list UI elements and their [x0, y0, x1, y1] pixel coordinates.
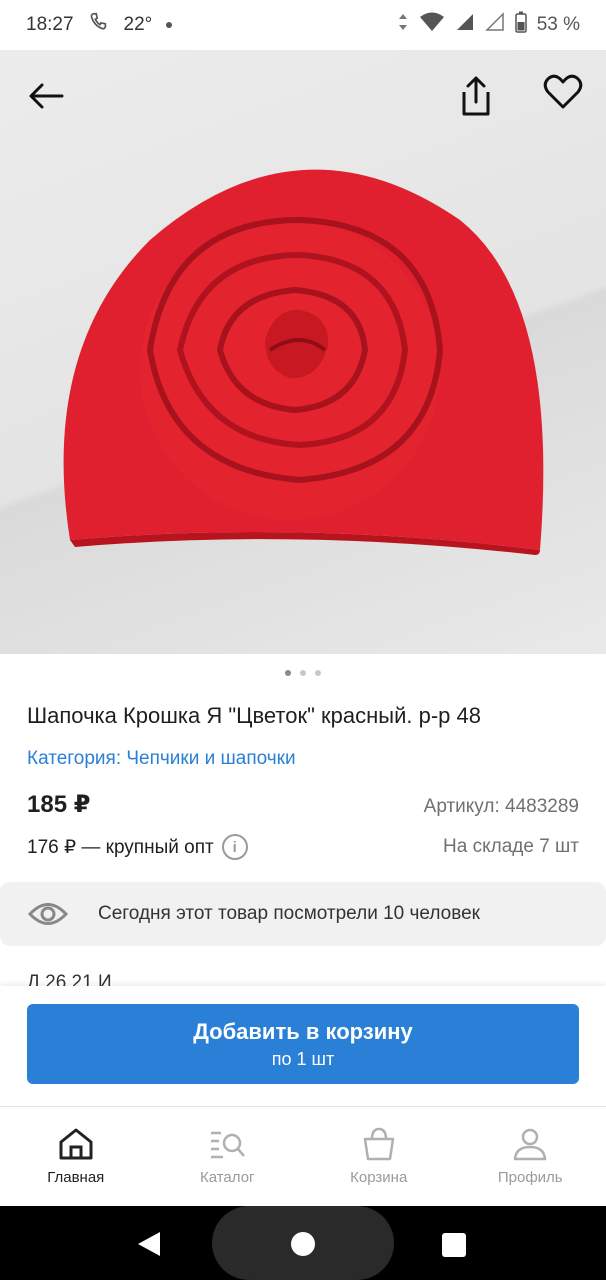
share-button[interactable]: [452, 72, 500, 120]
system-back-icon[interactable]: [136, 1231, 162, 1257]
notification-dot-icon: [166, 22, 173, 28]
profile-icon: [514, 1128, 547, 1161]
status-bar: 18:27 22° 53 %: [0, 0, 606, 50]
info-icon[interactable]: i: [221, 834, 248, 860]
home-icon: [59, 1128, 93, 1160]
nav-catalog-label: Каталог: [199, 1169, 255, 1186]
add-to-cart-button[interactable]: Добавить в корзину по 1 шт: [27, 1004, 579, 1084]
catalog-search-icon: [211, 1131, 246, 1159]
battery-percent: 53 %: [536, 14, 580, 35]
status-temp: 22°: [123, 14, 153, 35]
nav-cart[interactable]: Корзина: [303, 1107, 455, 1206]
share-icon: [462, 76, 490, 116]
nav-cart-label: Корзина: [350, 1169, 408, 1186]
product-sku: Артикул: 4483289: [423, 796, 579, 817]
product-title: Шапочка Крошка Я "Цветок" красный. р-р 4…: [27, 703, 481, 728]
status-time: 18:27: [26, 14, 74, 35]
wifi-icon: [419, 12, 445, 38]
page-dot[interactable]: [300, 670, 306, 676]
cta-area: Добавить в корзину по 1 шт: [0, 986, 606, 1106]
bottom-nav: Главная Каталог Корзина Профиль: [0, 1106, 606, 1206]
add-to-cart-sub: по 1 шт: [271, 1048, 335, 1069]
system-home-icon[interactable]: [290, 1231, 316, 1257]
nav-profile-label: Профиль: [497, 1169, 563, 1186]
heart-icon: [543, 74, 583, 109]
battery-icon: [514, 11, 527, 39]
arrow-left-icon: [29, 83, 64, 109]
nav-catalog[interactable]: Каталог: [152, 1107, 304, 1206]
nav-home-label: Главная: [47, 1169, 105, 1186]
wholesale-label: 176 ₽ — крупный опт: [27, 836, 214, 858]
stock-status: На складе 7 шт: [443, 836, 579, 857]
page-dot[interactable]: [315, 670, 321, 676]
image-pagination: [0, 670, 606, 676]
wholesale-price: 176 ₽ — крупный опт i: [27, 834, 248, 860]
product-image[interactable]: [0, 50, 606, 654]
nav-profile[interactable]: Профиль: [455, 1107, 606, 1206]
add-to-cart-label: Добавить в корзину: [193, 1018, 413, 1044]
views-text: Сегодня этот товар посмотрели 10 человек: [98, 903, 480, 924]
system-recents-icon[interactable]: [441, 1232, 467, 1258]
cart-bag-icon: [363, 1127, 394, 1161]
back-button[interactable]: [22, 72, 70, 120]
nav-home[interactable]: Главная: [0, 1107, 152, 1206]
product-price: 185 ₽: [27, 791, 91, 818]
system-navigation-bar: [0, 1206, 606, 1280]
eye-icon: [28, 903, 68, 925]
views-notice: Сегодня этот товар посмотрели 10 человек: [0, 882, 606, 946]
signal-empty-icon: [484, 12, 505, 38]
signal-icon: [455, 12, 475, 38]
category-link[interactable]: Категория: Чепчики и шапочки: [27, 748, 296, 770]
page-dot[interactable]: [285, 670, 291, 676]
call-icon: [88, 11, 110, 39]
cutoff-text: Д 26 21 И: [27, 972, 112, 986]
red-hat-image: [63, 169, 544, 555]
data-arrows-icon: [397, 12, 409, 38]
favorite-button[interactable]: [539, 68, 587, 116]
